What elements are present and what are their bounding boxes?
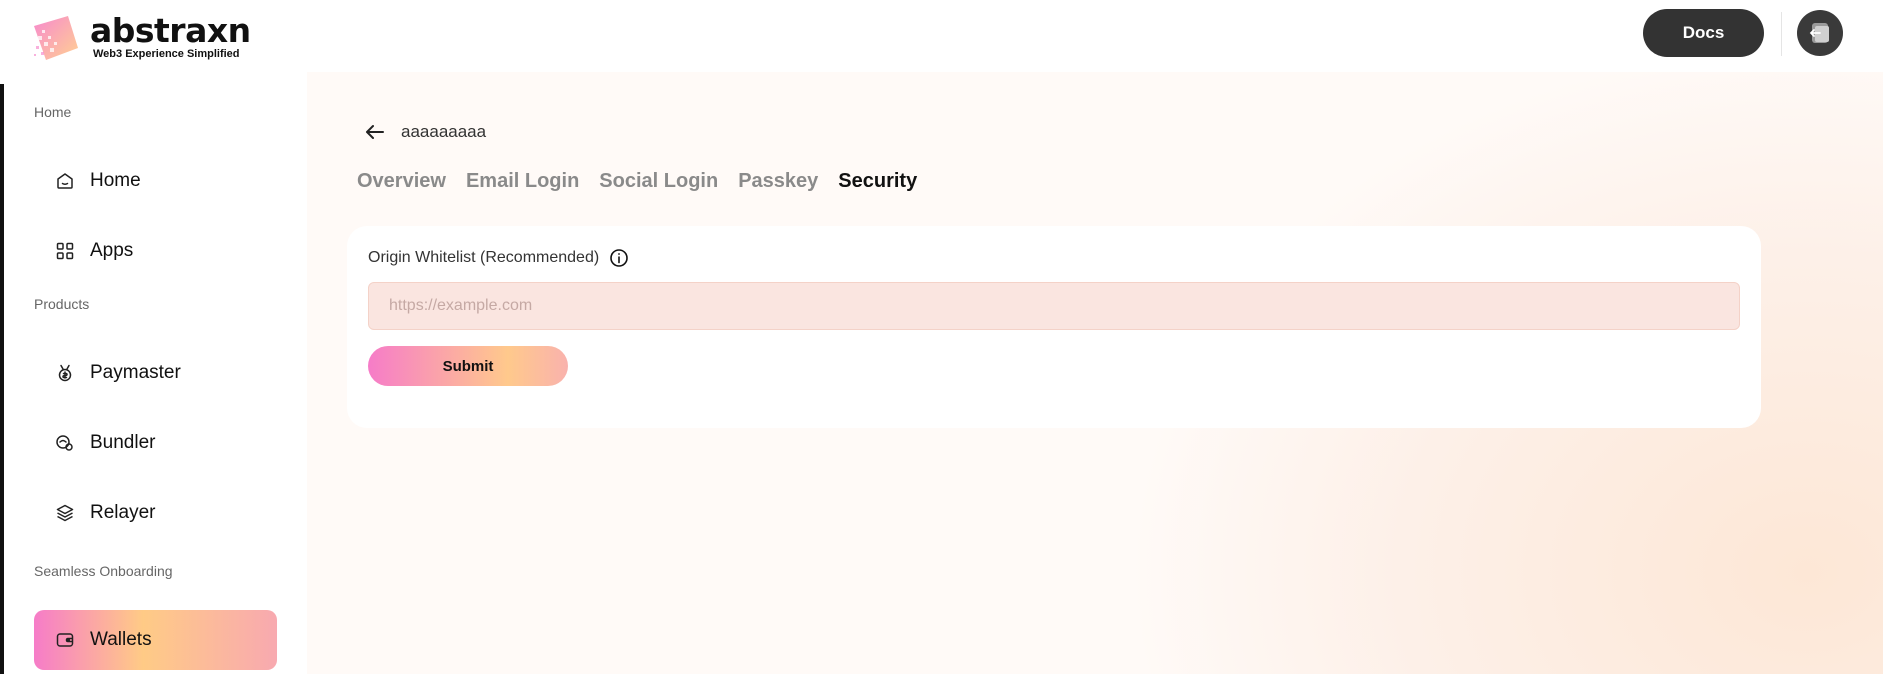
app-tabs: Overview Email Login Social Login Passke…: [357, 170, 937, 193]
bundler-icon: [54, 432, 76, 454]
sidebar-item-label: Wallets: [90, 629, 152, 650]
sidebar-item-label: Relayer: [90, 502, 156, 523]
home-icon: [54, 170, 76, 192]
wallet-icon: [54, 629, 76, 651]
sidebar-section-seamless-onboarding: Seamless Onboarding: [34, 563, 173, 579]
avatar-icon: [1809, 23, 1829, 43]
info-icon[interactable]: [609, 248, 629, 268]
layers-icon: [54, 502, 76, 524]
brand-tagline: Web3 Experience Simplified: [93, 48, 240, 60]
sidebar-item-label: Paymaster: [90, 362, 181, 383]
main-content: aaaaaaaaa Overview Email Login Social Lo…: [307, 72, 1883, 674]
tab-email-login[interactable]: Email Login: [466, 170, 579, 193]
sidebar-item-home[interactable]: Home: [34, 151, 277, 211]
sidebar-item-wallets[interactable]: Wallets: [34, 610, 277, 670]
tab-overview[interactable]: Overview: [357, 170, 446, 193]
sidebar-item-apps[interactable]: Apps: [34, 221, 277, 281]
arrow-left-icon[interactable]: [363, 120, 387, 144]
origin-whitelist-input[interactable]: [368, 282, 1740, 330]
tab-security[interactable]: Security: [838, 170, 917, 193]
security-card: Origin Whitelist (Recommended) Submit: [347, 226, 1761, 428]
origin-whitelist-label-row: Origin Whitelist (Recommended): [368, 248, 629, 268]
sidebar-item-label: Apps: [90, 240, 134, 261]
sidebar-item-relayer[interactable]: Relayer: [34, 483, 277, 543]
logo-icon: [34, 16, 78, 60]
sidebar-item-bundler[interactable]: Bundler: [34, 413, 277, 473]
sidebar: Home Home Apps Products Paymaster Bundle…: [0, 84, 307, 674]
docs-button[interactable]: Docs: [1643, 9, 1764, 57]
sidebar-item-label: Home: [90, 170, 141, 191]
origin-whitelist-label: Origin Whitelist (Recommended): [368, 249, 600, 266]
submit-button[interactable]: Submit: [368, 346, 568, 386]
sidebar-item-paymaster[interactable]: Paymaster: [34, 343, 277, 403]
sidebar-section-products: Products: [34, 296, 90, 312]
back-navigation: aaaaaaaaa: [363, 120, 486, 144]
header-divider: [1781, 12, 1782, 56]
user-avatar[interactable]: [1797, 10, 1843, 56]
brand-name: abstraxn: [90, 11, 251, 50]
sidebar-item-label: Bundler: [90, 432, 156, 453]
tab-social-login[interactable]: Social Login: [599, 170, 718, 193]
apps-grid-icon: [54, 240, 76, 262]
app-name: aaaaaaaaa: [401, 122, 487, 141]
paymaster-icon: [54, 362, 76, 384]
sidebar-section-home: Home: [34, 104, 72, 120]
brand-logo[interactable]: abstraxn Web3 Experience Simplified: [32, 14, 251, 64]
tab-passkey[interactable]: Passkey: [738, 170, 818, 193]
